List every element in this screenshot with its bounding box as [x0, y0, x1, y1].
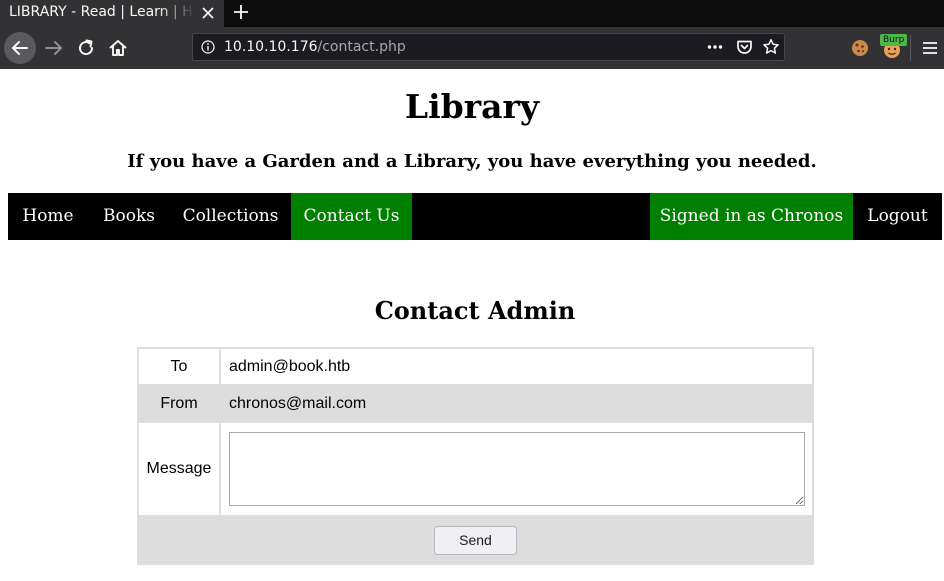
send-cell: Send [137, 515, 814, 565]
from-value: chronos@mail.com [219, 384, 814, 423]
page-content: Library If you have a Garden and a Libra… [0, 69, 944, 581]
to-row: To admin@book.htb [137, 347, 814, 386]
to-label: To [137, 347, 221, 386]
site-title: Library [404, 87, 540, 126]
arrow-left-icon [12, 41, 28, 55]
message-label: Message [137, 421, 221, 517]
reload-icon [79, 39, 94, 56]
url-host: 10.10.10.176 [224, 39, 318, 55]
browser-toolbar: 10.10.10.176/contact.php Burp [0, 27, 944, 69]
back-button[interactable] [4, 32, 36, 64]
tab-title: LIBRARY - Read | Learn | Have Fun [9, 4, 195, 20]
address-bar[interactable]: 10.10.10.176/contact.php [192, 33, 785, 61]
send-row: Send [137, 515, 814, 565]
nav-logout[interactable]: Logout [853, 193, 942, 240]
contact-heading: Contact Admin [374, 296, 576, 325]
toolbar-divider [910, 35, 911, 61]
contact-form: To admin@book.htb From chronos@mail.com … [137, 347, 814, 565]
message-textarea[interactable] [229, 432, 805, 506]
main-nav: Home Books Collections Contact Us Signed… [8, 193, 942, 240]
browser-tab[interactable]: LIBRARY - Read | Learn | Have Fun [0, 0, 224, 27]
home-button[interactable] [106, 36, 130, 60]
arrow-right-icon [45, 41, 62, 55]
burp-badge: Burp [880, 34, 908, 46]
tab-bar: LIBRARY - Read | Learn | Have Fun [0, 0, 944, 27]
cookie-icon[interactable] [850, 38, 870, 58]
home-icon [109, 40, 127, 56]
nav-home[interactable]: Home [8, 193, 88, 240]
site-tagline: If you have a Garden and a Library, you … [127, 151, 817, 172]
forward-button[interactable] [42, 36, 66, 60]
from-label: From [137, 384, 221, 423]
nav-contact-us[interactable]: Contact Us [291, 193, 412, 240]
nav-signed-in[interactable]: Signed in as Chronos [650, 193, 853, 240]
message-cell [219, 421, 814, 517]
pocket-icon[interactable] [736, 39, 753, 55]
reload-button[interactable] [74, 36, 98, 60]
close-icon[interactable] [199, 4, 217, 22]
nav-collections[interactable]: Collections [170, 193, 291, 240]
nav-books[interactable]: Books [88, 193, 170, 240]
more-horizontal-icon[interactable] [707, 40, 723, 54]
star-icon[interactable] [762, 38, 780, 56]
url-path: /contact.php [317, 39, 406, 55]
send-button[interactable]: Send [434, 525, 517, 555]
from-row: From chronos@mail.com [137, 384, 814, 423]
url-text[interactable]: 10.10.10.176/contact.php [224, 34, 406, 60]
hamburger-menu-icon[interactable] [921, 39, 939, 57]
plus-icon[interactable] [231, 2, 251, 22]
to-value: admin@book.htb [219, 347, 814, 386]
message-row: Message [137, 421, 814, 517]
info-icon[interactable] [201, 40, 215, 54]
